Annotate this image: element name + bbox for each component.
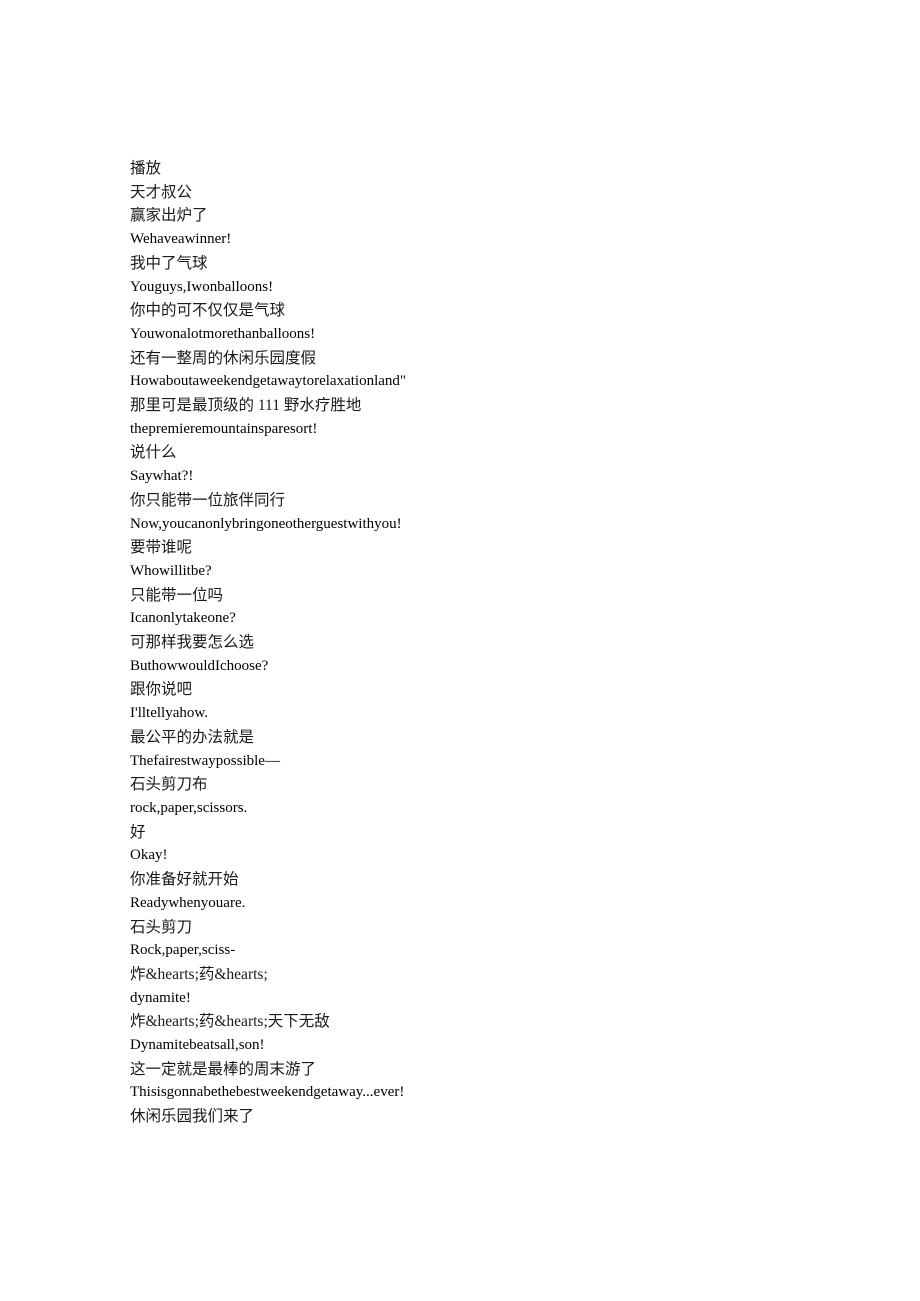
transcript-line: 要带谁呢 [130,539,193,557]
transcript-line: Saywhat?! [130,468,194,485]
transcript-line: thepremieremountainsparesort! [130,420,318,437]
transcript-line: 天才叔公 [130,183,193,201]
transcript-line: Readywhenyouare. [130,894,246,911]
transcript-line: 休闲乐园我们来了 [130,1108,255,1126]
transcript-line: 炸&hearts;药&hearts;天下无敌 [130,1013,330,1031]
transcript-line: rock,paper,scissors. [130,799,248,816]
transcript-line: Howaboutaweekendgetawaytorelaxationland" [130,373,407,390]
transcript-line: 你只能带一位旅伴同行 [130,491,286,509]
transcript-line: Dynamitebeatsall,son! [130,1037,265,1054]
transcript-line: Now,youcanonlybringoneotherguestwithyou! [130,515,402,532]
transcript-line: 播放 [130,160,162,177]
transcript-line: Whowillitbe? [130,562,212,579]
transcript-line: 炸&hearts;药&hearts; [130,965,268,983]
transcript-line: Youwonalotmorethanballoons! [130,325,316,342]
transcript-line: Youguys,Iwonballoons! [130,278,274,295]
transcript-line: 我中了气球 [130,254,208,272]
transcript-line: Okay! [130,847,168,864]
transcript-line: 说什么 [130,444,177,462]
transcript-line: 还有一整周的休闲乐园度假 [130,349,317,367]
transcript-line: 好 [130,823,146,841]
transcript-line: 跟你说吧 [130,681,193,699]
transcript-line: 你准备好就开始 [130,871,239,889]
transcript-line: Icanonlytakeone? [130,610,236,627]
transcript-line: dynamite! [130,989,191,1006]
transcript-line: 那里可是最顶级的 111 野水疗胜地 [130,397,362,415]
transcript-line: 石头剪刀布 [130,776,208,794]
transcript-line: Rock,paper,sciss- [130,942,236,959]
transcript-line: Wehaveawinner! [130,231,232,248]
transcript-line: I'lltellyahow. [130,705,208,722]
transcript-line: 可那样我要怎么选 [130,634,255,652]
transcript-line: 这一定就是最棒的周末游了 [130,1060,317,1078]
transcript-line: 你中的可不仅仅是气球 [130,302,286,320]
transcript-line: Thisisgonnabethebestweekendgetaway...eve… [130,1084,405,1101]
transcript-line: Thefairestwaypossible— [130,752,280,769]
transcript-body: 播放天才叔公赢家出炉了 Wehaveawinner! 我中了气球 Youguys,Iw… [130,157,830,1129]
transcript-line: 只能带一位吗 [130,586,224,604]
transcript-line: ButhowwouldIchoose? [130,657,269,674]
transcript-line: 赢家出炉了 [130,207,208,225]
transcript-line: 最公平的办法就是 [130,728,255,746]
transcript-line: 石头剪刀 [130,918,193,936]
